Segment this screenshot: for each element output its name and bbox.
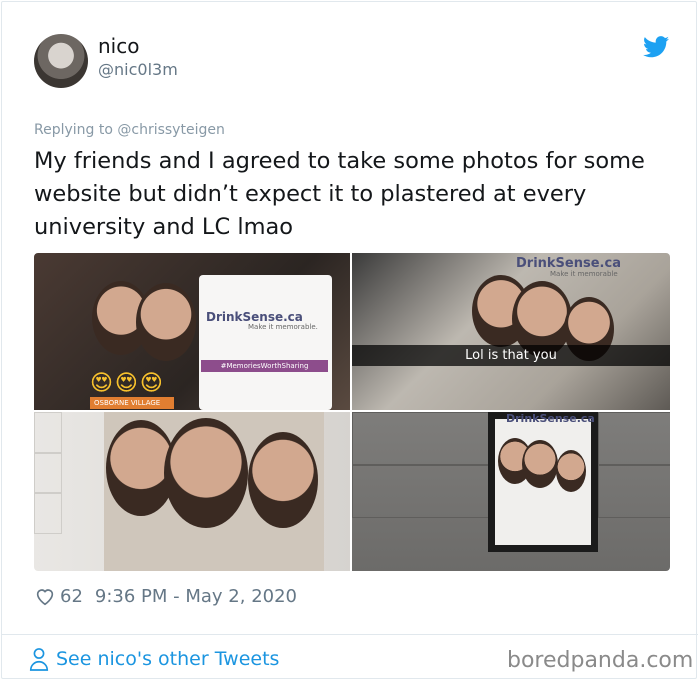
person-icon [29,648,49,671]
person-face [248,432,318,528]
wall-tile [598,464,670,518]
like-count[interactable]: 62 [60,586,83,607]
wall-tile [598,412,670,466]
wall-tile [34,492,62,534]
emoji-overlay: 😍😍😍 [90,371,165,396]
tweet-card: nico @nic0l3m Replying to @chrissyteigen… [1,1,698,679]
brand-tagline: Make it memorable [550,270,618,278]
twitter-bird-icon[interactable] [643,36,669,58]
author-name[interactable]: nico [98,34,139,58]
tweet-text: My friends and I agreed to take some pho… [34,148,645,240]
wall-tile [352,412,490,466]
wall-tile [34,412,62,454]
person-face [556,450,586,492]
see-other-tweets-link[interactable]: See nico's other Tweets [28,647,279,671]
timestamp[interactable]: 9:36 PM - May 2, 2020 [95,586,297,607]
brand-logo: DrinkSense.ca [516,256,621,271]
brand-logo: DrinkSense.ca [206,310,303,324]
see-other-tweets-label[interactable]: See nico's other Tweets [56,648,279,670]
person-face [136,283,196,361]
location-tag: OSBORNE VILLAGE [90,397,174,409]
replying-to[interactable]: Replying to @chrissyteigen [34,122,225,138]
photo-newspaper[interactable]: DrinkSense.ca Make it memorable Lol is t… [352,253,670,410]
heart-icon[interactable] [34,585,56,607]
ad-panel [199,275,332,410]
brand-tagline: Make it memorable. [248,323,318,331]
wall-tile [352,464,490,518]
divider [2,634,698,635]
photo-closeup[interactable] [34,412,350,571]
photo-framed-poster[interactable]: DrinkSense.ca [352,412,670,571]
watermark: boredpanda.com [507,648,694,673]
media-grid[interactable]: DrinkSense.ca Make it memorable. #Memori… [34,253,670,571]
brand-logo: DrinkSense.ca [506,412,595,425]
hashtag-bar: #MemoriesWorthSharing [201,360,328,372]
tweet-meta: 62 9:36 PM - May 2, 2020 [34,585,297,607]
avatar[interactable] [34,34,88,88]
author-handle[interactable]: @nic0l3m [98,60,178,79]
person-face [522,440,558,488]
photo-tray[interactable]: DrinkSense.ca Make it memorable. #Memori… [34,253,350,410]
person-face [164,418,248,528]
snap-caption: Lol is that you [352,345,670,366]
wall-tile [34,452,62,494]
